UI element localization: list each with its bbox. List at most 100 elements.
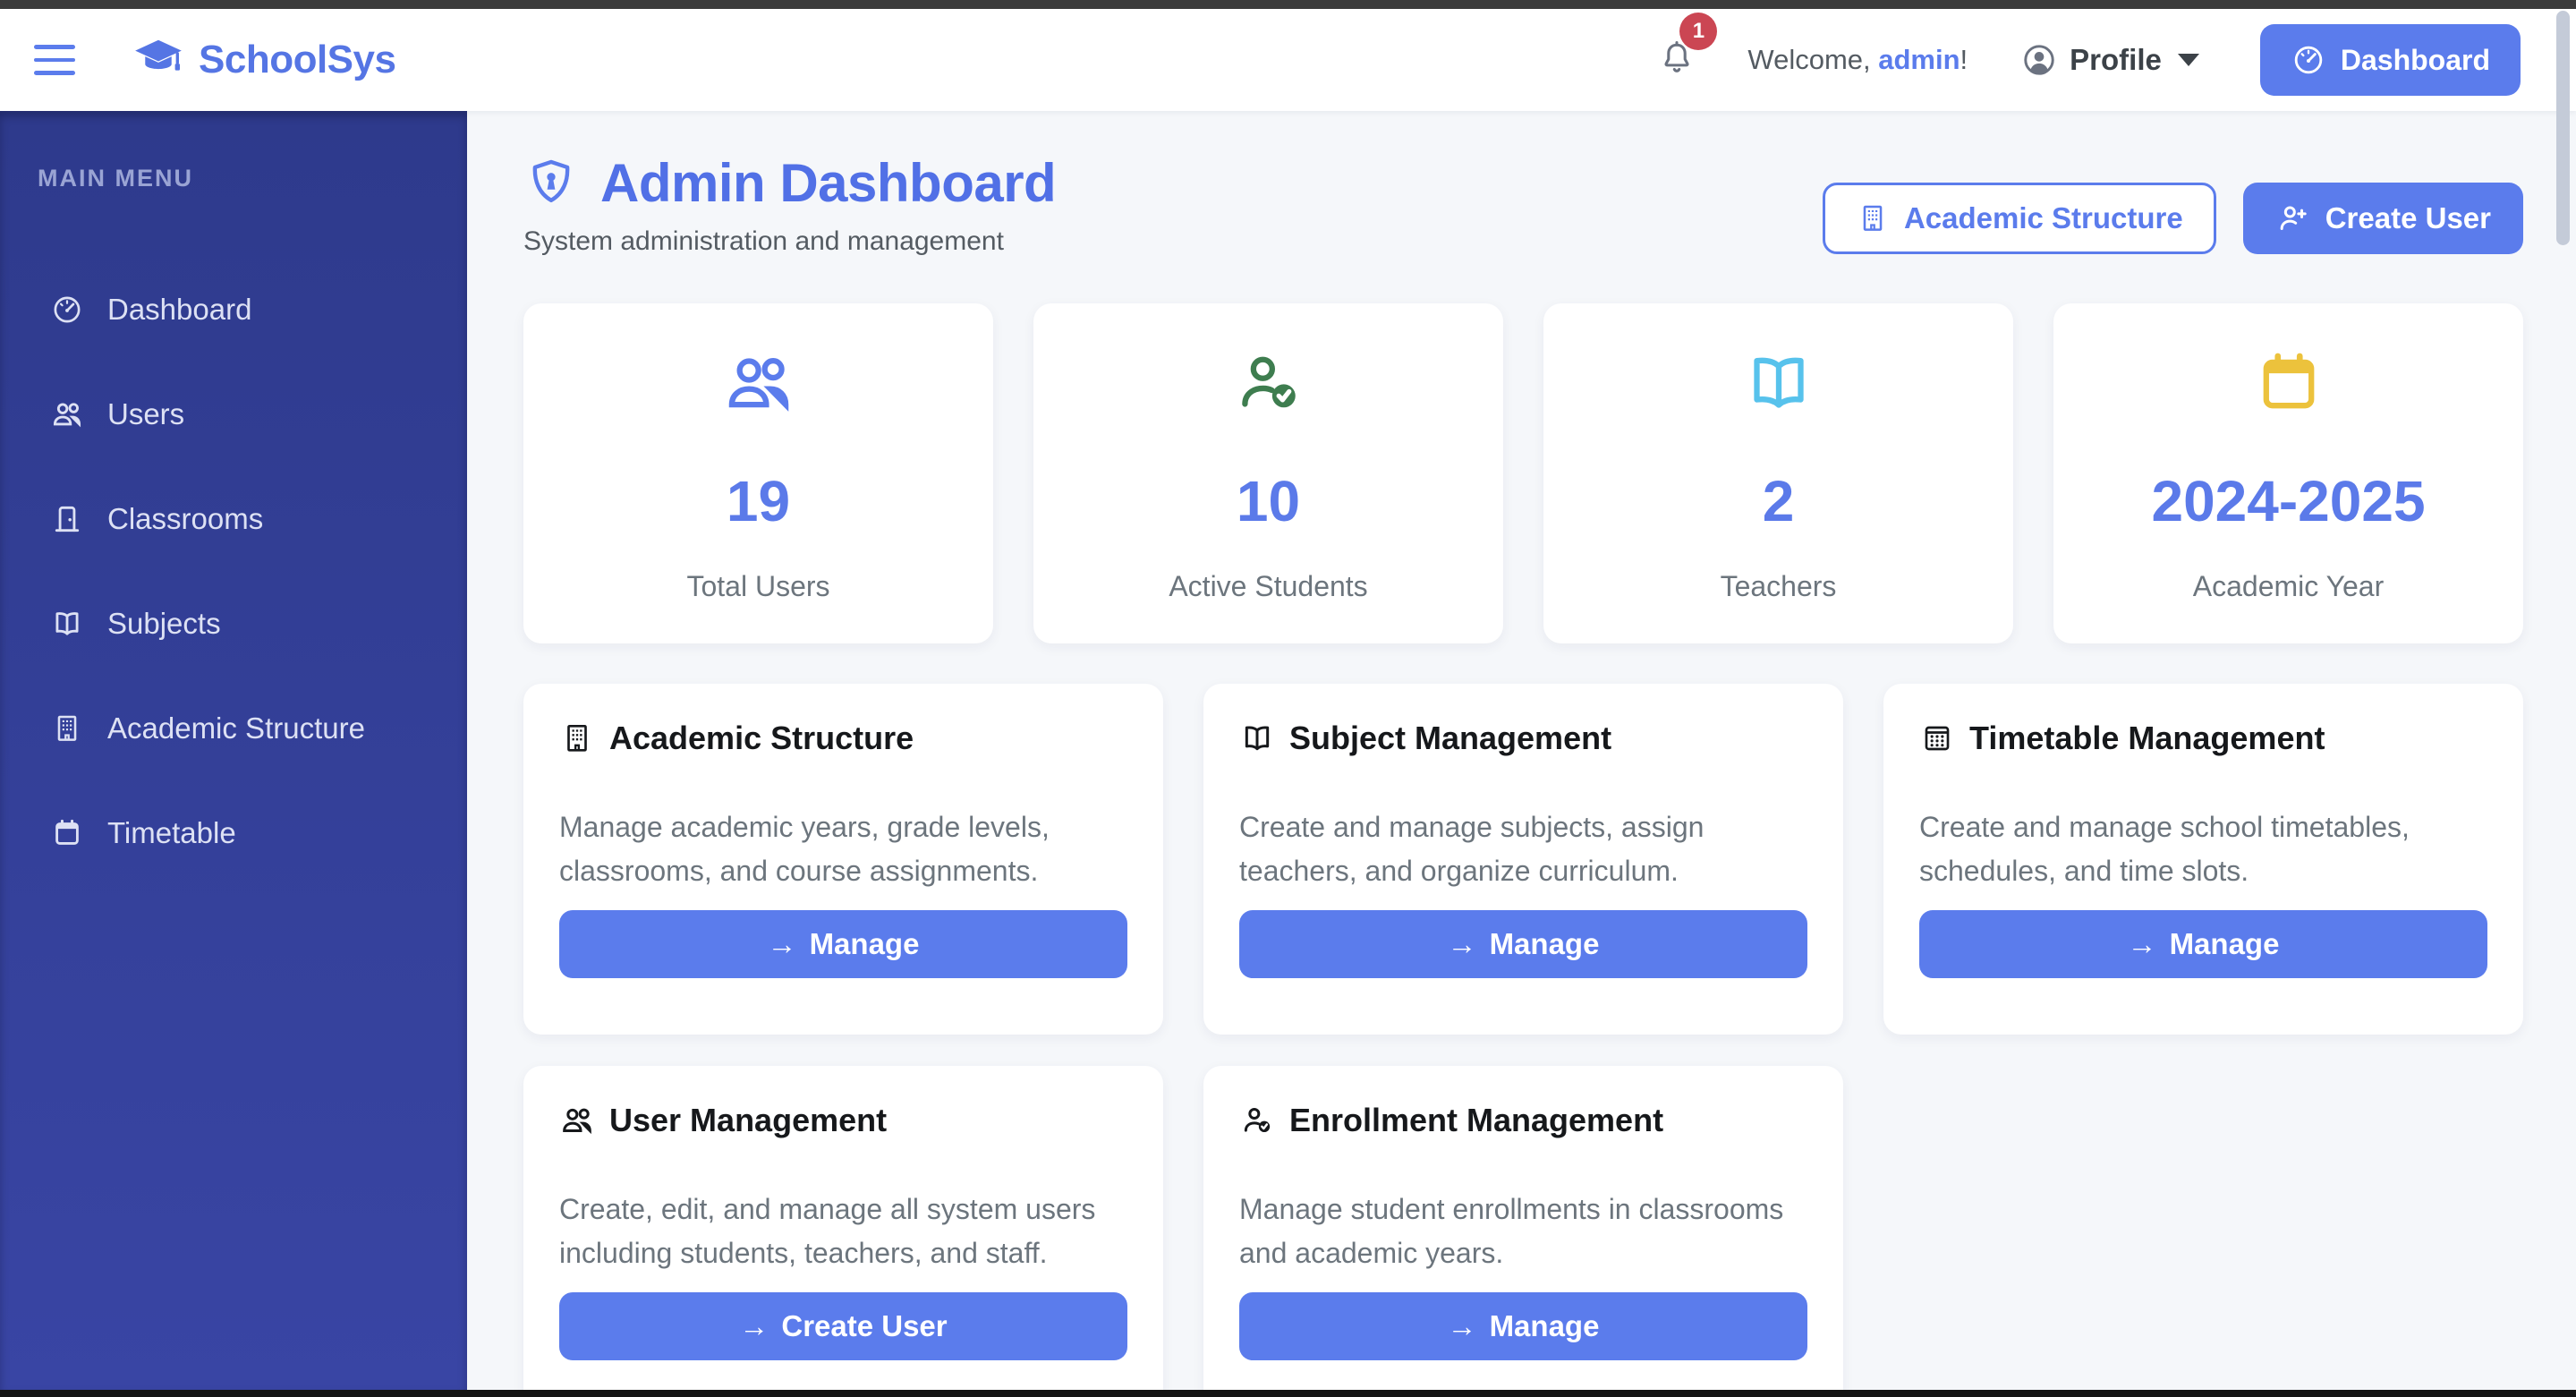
speedometer-icon	[2291, 42, 2326, 78]
card-title: Academic Structure	[609, 720, 914, 757]
notification-badge: 1	[1679, 13, 1717, 50]
stat-value: 2	[1763, 468, 1795, 534]
sidebar: MAIN MENU Dashboard Users Classrooms Sub…	[0, 111, 467, 1390]
create-user-button[interactable]: Create User	[2243, 183, 2523, 254]
card-title: User Management	[609, 1102, 887, 1139]
stat-card-teachers: 2 Teachers	[1543, 303, 2013, 643]
page-title: Admin Dashboard	[600, 152, 1056, 214]
card-description: Create and manage school timetables, sch…	[1919, 805, 2487, 892]
person-check-icon	[1239, 1103, 1275, 1138]
stat-label: Academic Year	[2193, 570, 2384, 603]
arrow-right-icon: →	[739, 1309, 769, 1343]
stat-value: 10	[1237, 468, 1300, 534]
sidebar-section-label: MAIN MENU	[38, 165, 467, 192]
management-cards: Academic Structure Manage academic years…	[523, 684, 2523, 1390]
create-user-button-label: Create User	[2325, 201, 2491, 235]
book-open-icon	[1741, 345, 1816, 421]
card-title: Enrollment Management	[1289, 1102, 1663, 1139]
page-subtitle: System administration and management	[523, 226, 1056, 257]
sidebar-item-users[interactable]: Users	[0, 387, 467, 442]
manage-enrollment-button[interactable]: → Manage	[1239, 1292, 1807, 1360]
people-icon	[50, 397, 84, 431]
arrow-right-icon: →	[1448, 1309, 1477, 1343]
sidebar-item-timetable[interactable]: Timetable	[0, 805, 467, 861]
hamburger-menu-icon[interactable]	[34, 45, 75, 75]
profile-dropdown[interactable]: Profile	[2019, 40, 2199, 80]
building-icon	[1856, 201, 1890, 235]
building-icon	[50, 711, 84, 745]
card-academic-structure: Academic Structure Manage academic years…	[523, 684, 1163, 1035]
card-title: Subject Management	[1289, 720, 1611, 757]
stat-value: 2024-2025	[2151, 468, 2425, 534]
sidebar-item-label: Dashboard	[107, 293, 251, 327]
calendar-grid-icon	[1919, 720, 1955, 756]
sidebar-item-dashboard[interactable]: Dashboard	[0, 282, 467, 337]
brand-name: SchoolSys	[199, 38, 395, 82]
stat-card-total-users: 19 Total Users	[523, 303, 993, 643]
graduation-cap-icon	[131, 32, 186, 88]
manage-academic-structure-button[interactable]: → Manage	[559, 910, 1127, 978]
sidebar-item-classrooms[interactable]: Classrooms	[0, 491, 467, 547]
top-navbar: SchoolSys 1 Welcome, admin! Profile Dash…	[0, 9, 2576, 111]
manage-subjects-button[interactable]: → Manage	[1239, 910, 1807, 978]
person-plus-icon	[2275, 200, 2311, 236]
card-description: Create, edit, and manage all system user…	[559, 1188, 1127, 1274]
person-check-icon	[1231, 345, 1306, 421]
manage-button-label: Manage	[2170, 927, 2280, 961]
create-user-card-button[interactable]: → Create User	[559, 1292, 1127, 1360]
person-circle-icon	[2019, 40, 2059, 80]
manage-timetable-button[interactable]: → Manage	[1919, 910, 2487, 978]
stats-row: 19 Total Users 10 Active Students 2 Teac…	[523, 303, 2523, 643]
stat-label: Teachers	[1721, 570, 1837, 603]
create-user-button-label: Create User	[781, 1309, 947, 1343]
stat-value: 19	[727, 468, 790, 534]
card-timetable-management: Timetable Management Create and manage s…	[1883, 684, 2523, 1035]
bottom-edge-strip	[0, 1390, 2576, 1397]
dashboard-button[interactable]: Dashboard	[2260, 24, 2521, 96]
card-description: Manage academic years, grade levels, cla…	[559, 805, 1127, 892]
stat-card-active-students: 10 Active Students	[1033, 303, 1503, 643]
book-open-icon	[1239, 720, 1275, 756]
sidebar-item-academic-structure[interactable]: Academic Structure	[0, 701, 467, 756]
card-description: Manage student enrollments in classrooms…	[1239, 1188, 1807, 1274]
arrow-right-icon: →	[2128, 927, 2157, 961]
card-user-management: User Management Create, edit, and manage…	[523, 1066, 1163, 1390]
people-icon	[559, 1103, 595, 1138]
welcome-text: Welcome, admin!	[1747, 44, 1968, 76]
stat-card-academic-year: 2024-2025 Academic Year	[2053, 303, 2523, 643]
calendar-icon	[50, 816, 84, 850]
academic-structure-button[interactable]: Academic Structure	[1823, 183, 2216, 254]
speedometer-icon	[50, 293, 84, 327]
card-title: Timetable Management	[1969, 720, 2325, 757]
sidebar-item-label: Classrooms	[107, 502, 263, 536]
sidebar-item-subjects[interactable]: Subjects	[0, 596, 467, 652]
people-icon	[721, 345, 796, 421]
welcome-username: admin	[1878, 44, 1960, 75]
manage-button-label: Manage	[1490, 927, 1600, 961]
sidebar-item-label: Timetable	[107, 816, 236, 850]
sidebar-item-label: Academic Structure	[107, 711, 365, 745]
academic-structure-button-label: Academic Structure	[1904, 201, 2183, 235]
arrow-right-icon: →	[1448, 927, 1477, 961]
book-open-icon	[50, 607, 84, 641]
door-icon	[50, 502, 84, 536]
card-subject-management: Subject Management Create and manage sub…	[1203, 684, 1843, 1035]
manage-button-label: Manage	[810, 927, 920, 961]
shield-lock-icon	[523, 154, 579, 213]
scrollbar-thumb[interactable]	[2556, 11, 2570, 245]
profile-label: Profile	[2070, 43, 2162, 77]
card-enrollment-management: Enrollment Management Manage student enr…	[1203, 1066, 1843, 1390]
building-icon	[559, 720, 595, 756]
browser-top-strip	[0, 0, 2576, 9]
notifications-button[interactable]: 1	[1656, 38, 1697, 83]
brand-logo[interactable]: SchoolSys	[131, 32, 395, 88]
manage-button-label: Manage	[1490, 1309, 1600, 1343]
stat-label: Active Students	[1169, 570, 1367, 603]
sidebar-item-label: Users	[107, 397, 184, 431]
main-content: Admin Dashboard System administration an…	[467, 111, 2576, 1390]
card-description: Create and manage subjects, assign teach…	[1239, 805, 1807, 892]
chevron-down-icon	[2178, 54, 2199, 66]
dashboard-button-label: Dashboard	[2341, 44, 2490, 77]
calendar-icon	[2251, 345, 2326, 421]
sidebar-item-label: Subjects	[107, 607, 221, 641]
